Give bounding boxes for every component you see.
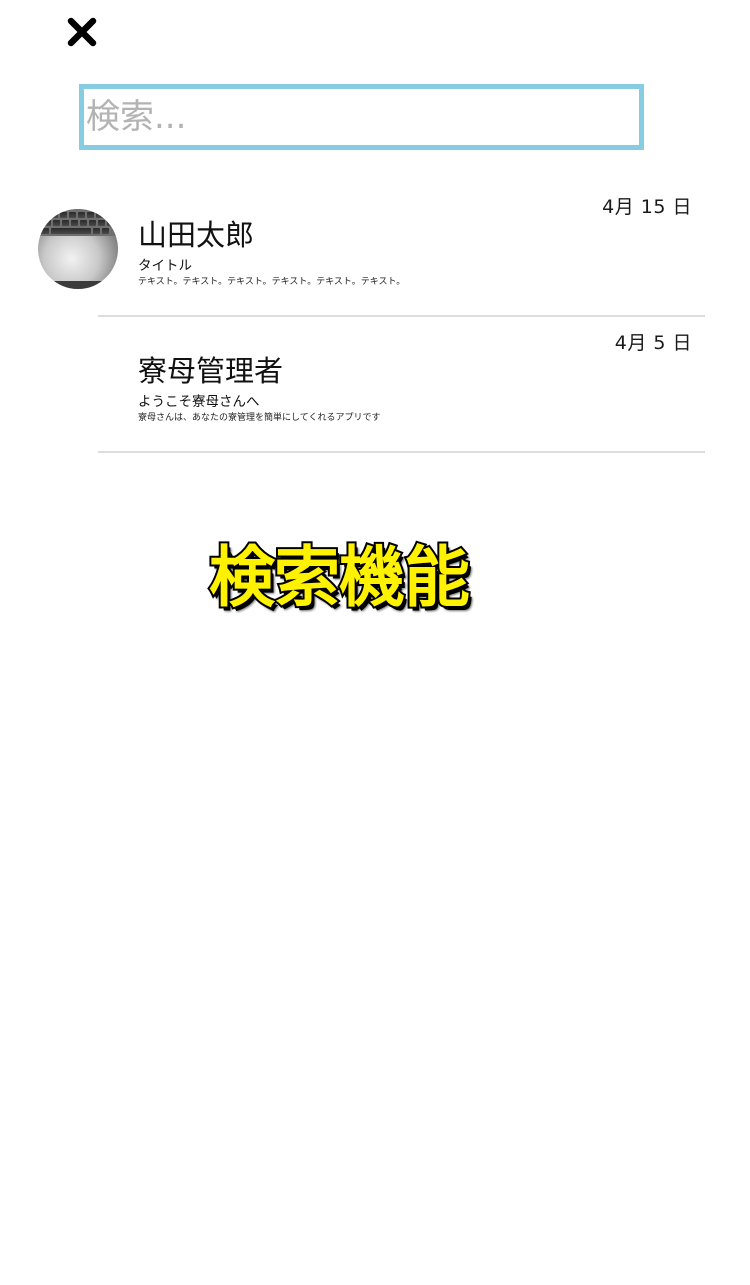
- search-input[interactable]: [84, 89, 639, 145]
- message-list-item[interactable]: 4月 15 日 山田太郎 タイトル テキスト。テキスト。テキスト。テキスト。テキ…: [0, 180, 750, 316]
- close-icon: [67, 17, 97, 47]
- divider: [98, 451, 705, 453]
- avatar: [38, 209, 118, 289]
- message-title: ようこそ寮母さんへ: [138, 394, 260, 410]
- message-preview: テキスト。テキスト。テキスト。テキスト。テキスト。テキスト。: [138, 277, 406, 287]
- message-sender: 山田太郎: [138, 218, 255, 252]
- message-title: タイトル: [138, 258, 192, 274]
- close-button[interactable]: [64, 14, 100, 50]
- message-preview: 寮母さんは、あなたの寮管理を簡単にしてくれるアプリです: [138, 413, 381, 423]
- message-date: 4月 5 日: [614, 332, 692, 354]
- message-list-item[interactable]: 4月 5 日 寮母管理者 ようこそ寮母さんへ 寮母さんは、あなたの寮管理を簡単に…: [0, 316, 750, 452]
- message-date: 4月 15 日: [602, 196, 692, 218]
- feature-caption: 検索機能: [207, 537, 472, 618]
- message-sender: 寮母管理者: [138, 354, 284, 388]
- search-box: [79, 84, 644, 150]
